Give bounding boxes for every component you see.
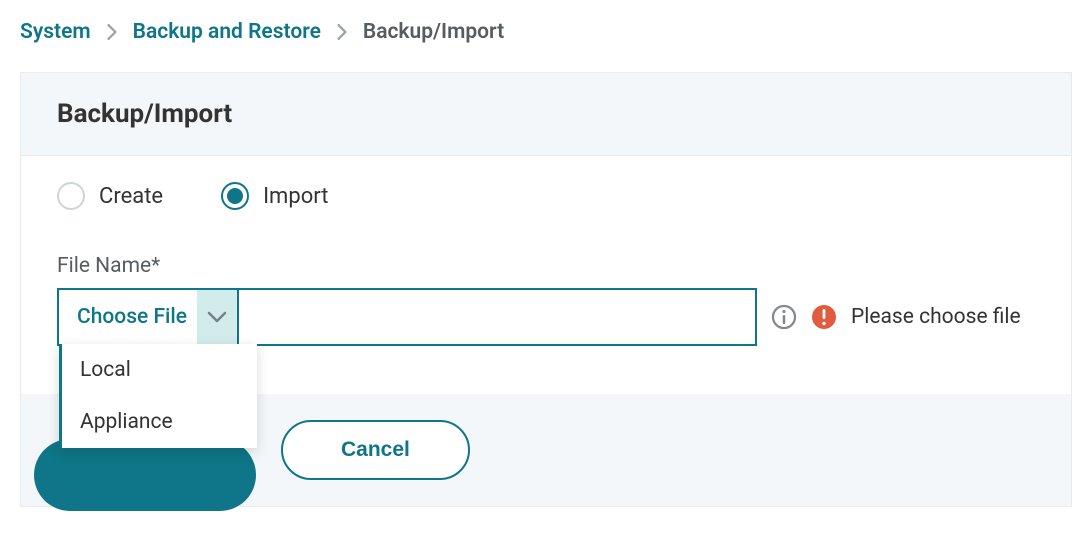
file-name-label: File Name*	[57, 254, 1035, 278]
dropdown-item-local[interactable]: Local	[62, 344, 257, 396]
file-composite: Choose File	[57, 288, 757, 346]
radio-create-label: Create	[99, 184, 163, 209]
panel-header: Backup/Import	[21, 73, 1071, 156]
error-message: Please choose file	[851, 305, 1021, 329]
choose-file-button[interactable]: Choose File	[59, 290, 239, 344]
breadcrumb-backup-restore[interactable]: Backup and Restore	[133, 20, 321, 44]
radio-import-label: Import	[263, 184, 328, 209]
backup-import-panel: Backup/Import Create Import File Name* C…	[20, 72, 1072, 507]
page-title: Backup/Import	[57, 99, 1035, 129]
breadcrumb: System Backup and Restore Backup/Import	[20, 20, 1072, 44]
chevron-down-icon	[197, 290, 237, 344]
error-icon	[811, 304, 837, 330]
file-row: Choose File	[57, 288, 1035, 346]
primary-button-behind[interactable]	[34, 439, 256, 511]
choose-file-dropdown: Local Appliance	[59, 344, 257, 448]
breadcrumb-system[interactable]: System	[20, 20, 91, 44]
file-name-input[interactable]	[239, 290, 755, 344]
radio-import[interactable]: Import	[221, 182, 328, 210]
radio-dot-icon	[227, 188, 243, 204]
mode-radio-row: Create Import	[57, 182, 1035, 210]
choose-file-label: Choose File	[77, 305, 197, 329]
cancel-button[interactable]: Cancel	[281, 420, 470, 480]
dropdown-item-appliance[interactable]: Appliance	[62, 396, 257, 448]
info-icon[interactable]	[771, 304, 797, 330]
radio-icon	[221, 182, 249, 210]
radio-create[interactable]: Create	[57, 182, 163, 210]
breadcrumb-current: Backup/Import	[363, 20, 504, 44]
radio-icon	[57, 182, 85, 210]
chevron-right-icon	[107, 24, 117, 40]
chevron-right-icon	[337, 24, 347, 40]
